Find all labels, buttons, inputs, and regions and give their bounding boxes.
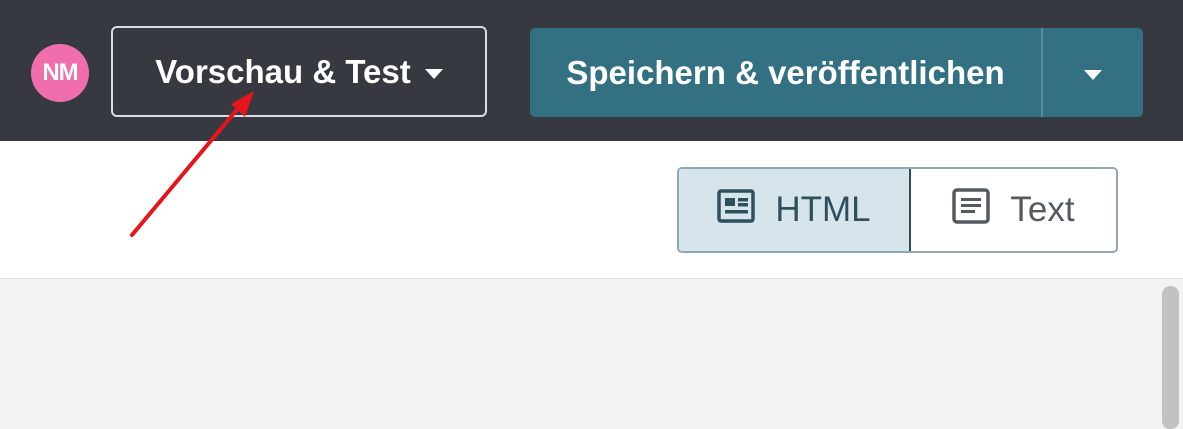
- text-view-label: Text: [1010, 190, 1075, 229]
- editor-toolbar: HTML Text: [0, 141, 1183, 279]
- html-layout-icon: [717, 188, 756, 232]
- vertical-scrollbar[interactable]: [1162, 286, 1179, 429]
- avatar-initials: NM: [42, 59, 78, 86]
- preview-test-button[interactable]: Vorschau & Test: [111, 26, 487, 117]
- caret-down-icon: [1084, 69, 1102, 80]
- top-bar: NM Vorschau & Test Speichern & veröffent…: [0, 0, 1183, 141]
- preview-test-label: Vorschau & Test: [155, 52, 411, 90]
- publish-button-group: Speichern & veröffentlichen: [530, 28, 1143, 117]
- text-document-icon: [952, 187, 991, 233]
- caret-down-icon: [424, 68, 443, 79]
- editor-content-area: [0, 279, 1183, 429]
- publish-options-dropdown[interactable]: [1043, 28, 1143, 117]
- html-view-label: HTML: [775, 190, 871, 229]
- html-view-button[interactable]: HTML: [679, 169, 911, 251]
- view-mode-toggle: HTML Text: [677, 167, 1118, 253]
- user-avatar[interactable]: NM: [31, 44, 89, 102]
- save-publish-label: Speichern & veröffentlichen: [566, 53, 1005, 91]
- text-view-button[interactable]: Text: [911, 169, 1116, 251]
- save-publish-button[interactable]: Speichern & veröffentlichen: [530, 28, 1041, 117]
